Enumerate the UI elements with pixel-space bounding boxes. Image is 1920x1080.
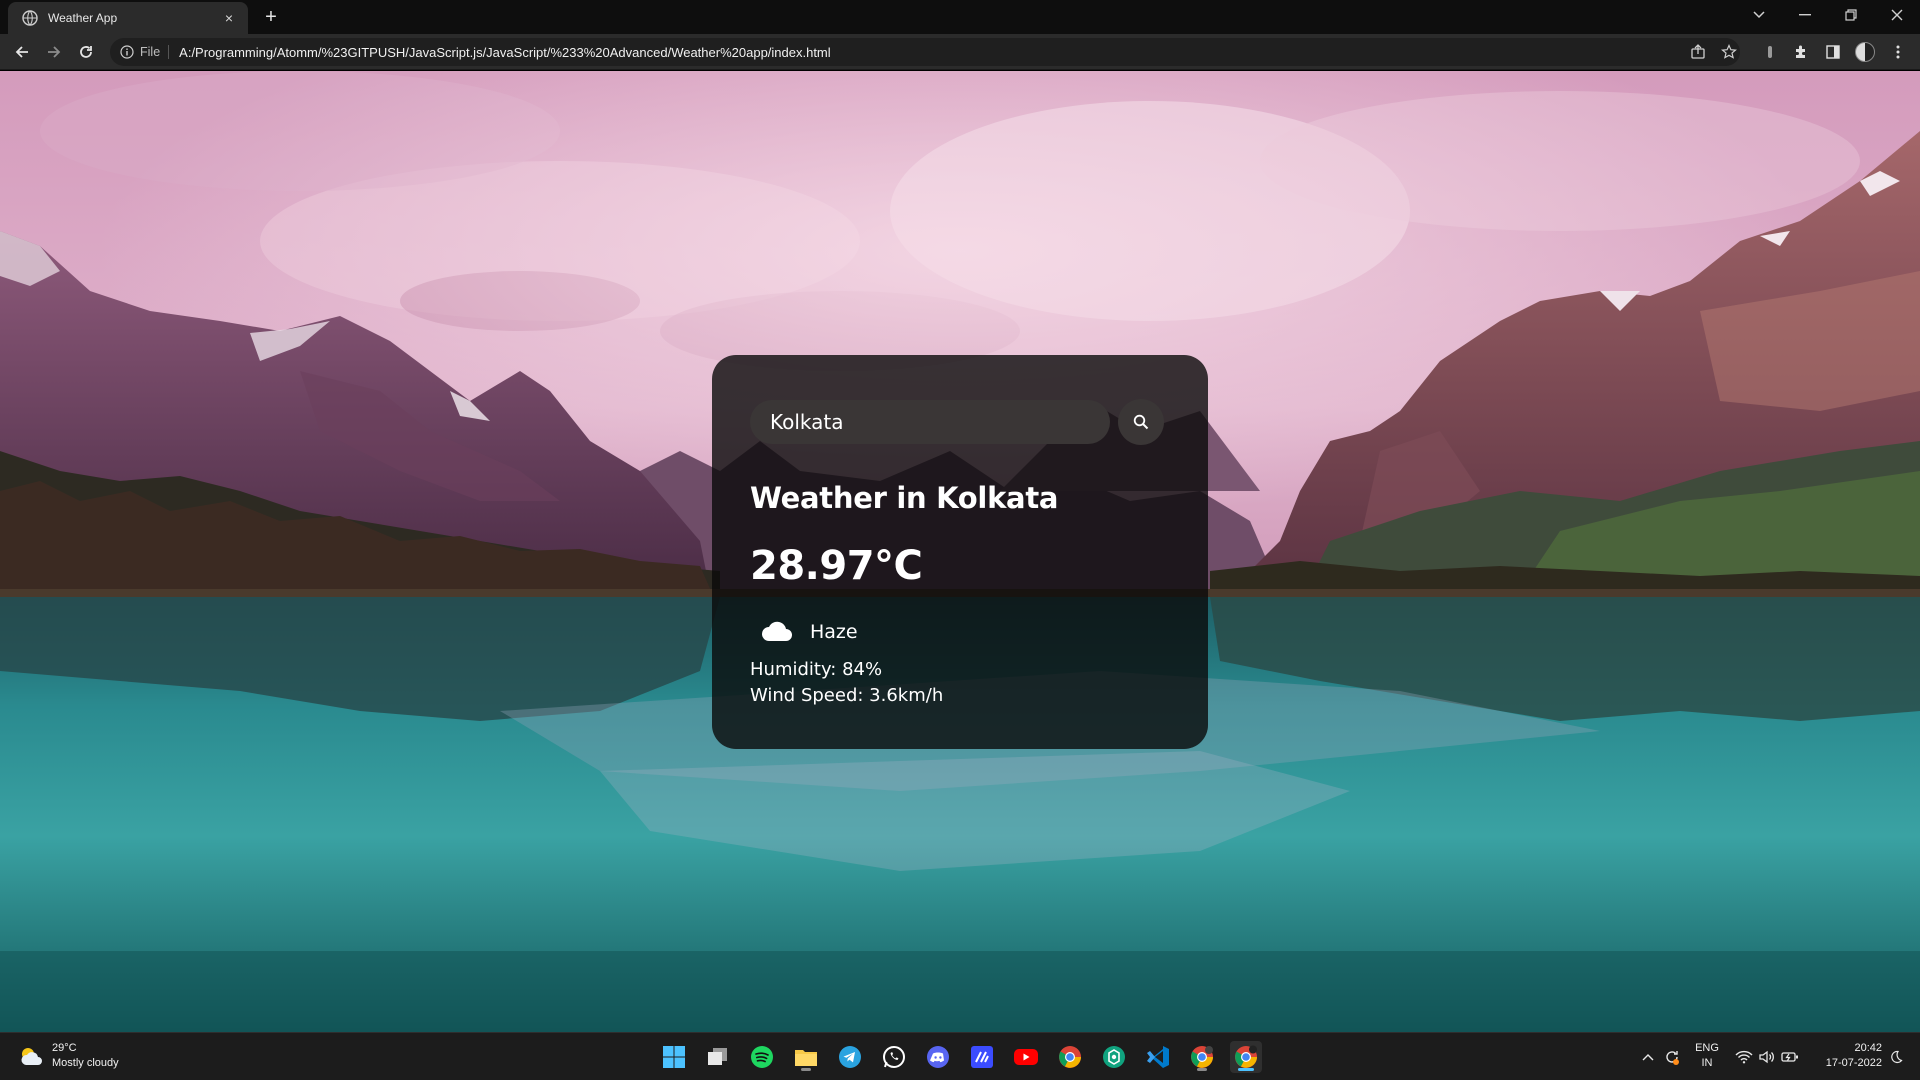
new-tab-button[interactable]: + <box>259 5 283 29</box>
scheme-label: File <box>140 45 170 59</box>
profile-avatar[interactable] <box>1853 40 1877 64</box>
kebab-menu-icon[interactable] <box>1886 40 1910 64</box>
temperature-value: 28.97°C <box>750 543 923 589</box>
spotify-icon[interactable] <box>746 1041 778 1073</box>
tab-search-chevron-icon[interactable] <box>1736 0 1782 30</box>
restore-icon[interactable] <box>1828 0 1874 30</box>
extension-icon[interactable] <box>1758 40 1782 64</box>
bookmark-star-icon[interactable] <box>1717 40 1741 64</box>
language-indicator[interactable]: ENG IN <box>1693 1041 1721 1071</box>
search-bar <box>750 399 1170 445</box>
address-bar[interactable]: File A:/Programming/Atomm/%23GITPUSH/Jav… <box>110 38 1740 66</box>
chrome-icon[interactable] <box>1054 1041 1086 1073</box>
page-viewport: Weather in Kolkata 28.97°C Haze Humidity… <box>0 71 1920 1032</box>
moon-icon[interactable] <box>1886 1047 1906 1067</box>
battery-icon[interactable] <box>1780 1047 1800 1067</box>
cloud-icon <box>760 619 794 645</box>
telegram-icon[interactable] <box>834 1041 866 1073</box>
city-search-input[interactable] <box>750 400 1110 444</box>
whatsapp-icon[interactable] <box>878 1041 910 1073</box>
search-icon <box>1133 414 1149 430</box>
forward-arrow-icon[interactable] <box>42 40 66 64</box>
browser-tab[interactable]: Weather App × <box>8 2 248 34</box>
puzzle-icon[interactable] <box>1789 40 1813 64</box>
partly-cloudy-icon <box>18 1045 44 1067</box>
language-primary: ENG <box>1695 1042 1719 1054</box>
back-arrow-icon[interactable] <box>10 40 34 64</box>
chevron-up-icon[interactable] <box>1638 1047 1658 1067</box>
widget-temperature: 29°C <box>52 1042 77 1054</box>
clock[interactable]: 20:42 17-07-2022 <box>1808 1041 1882 1071</box>
start-icon[interactable] <box>658 1041 690 1073</box>
clock-date: 17-07-2022 <box>1825 1057 1882 1069</box>
sync-icon[interactable] <box>1662 1047 1682 1067</box>
url-text[interactable]: A:/Programming/Atomm/%23GITPUSH/JavaScri… <box>179 45 831 60</box>
wind-speed-text: Wind Speed: 3.6km/h <box>750 685 944 706</box>
minimize-icon[interactable] <box>1782 0 1828 30</box>
chatgpt-icon[interactable] <box>1098 1041 1130 1073</box>
weather-widget[interactable]: 29°C Mostly cloudy <box>18 1041 119 1071</box>
browser-toolbar: File A:/Programming/Atomm/%23GITPUSH/Jav… <box>0 34 1920 70</box>
vscode-icon[interactable] <box>1142 1041 1174 1073</box>
tab-close-icon[interactable]: × <box>220 10 238 26</box>
browser-tab-strip: Weather App × + <box>0 0 1920 34</box>
discord-icon[interactable] <box>922 1041 954 1073</box>
wifi-icon[interactable] <box>1734 1047 1754 1067</box>
notes-app-icon[interactable] <box>966 1041 998 1073</box>
windows-taskbar: 29°C Mostly cloudy ENG IN 20:42 17-07-20… <box>0 1032 1920 1080</box>
chrome-profile-icon[interactable] <box>1186 1041 1218 1073</box>
globe-icon <box>22 10 38 26</box>
city-heading: Weather in Kolkata <box>750 481 1059 515</box>
task-view-icon[interactable] <box>702 1041 734 1073</box>
weather-card: Weather in Kolkata 28.97°C Haze Humidity… <box>712 355 1208 749</box>
close-window-icon[interactable] <box>1874 0 1920 30</box>
language-secondary: IN <box>1701 1057 1713 1069</box>
file-explorer-icon[interactable] <box>790 1041 822 1073</box>
weather-description: Haze <box>810 621 858 643</box>
humidity-text: Humidity: 84% <box>750 659 883 680</box>
side-panel-icon[interactable] <box>1821 40 1845 64</box>
chrome-active-icon[interactable] <box>1230 1041 1262 1073</box>
youtube-icon[interactable] <box>1010 1041 1042 1073</box>
clock-time: 20:42 <box>1854 1042 1882 1054</box>
share-icon[interactable] <box>1686 40 1710 64</box>
widget-condition: Mostly cloudy <box>52 1057 119 1069</box>
tab-title: Weather App <box>48 11 118 25</box>
volume-icon[interactable] <box>1757 1047 1777 1067</box>
search-button[interactable] <box>1118 399 1164 445</box>
weather-condition: Haze <box>750 619 1170 645</box>
info-icon[interactable] <box>120 45 134 59</box>
reload-icon[interactable] <box>74 40 98 64</box>
